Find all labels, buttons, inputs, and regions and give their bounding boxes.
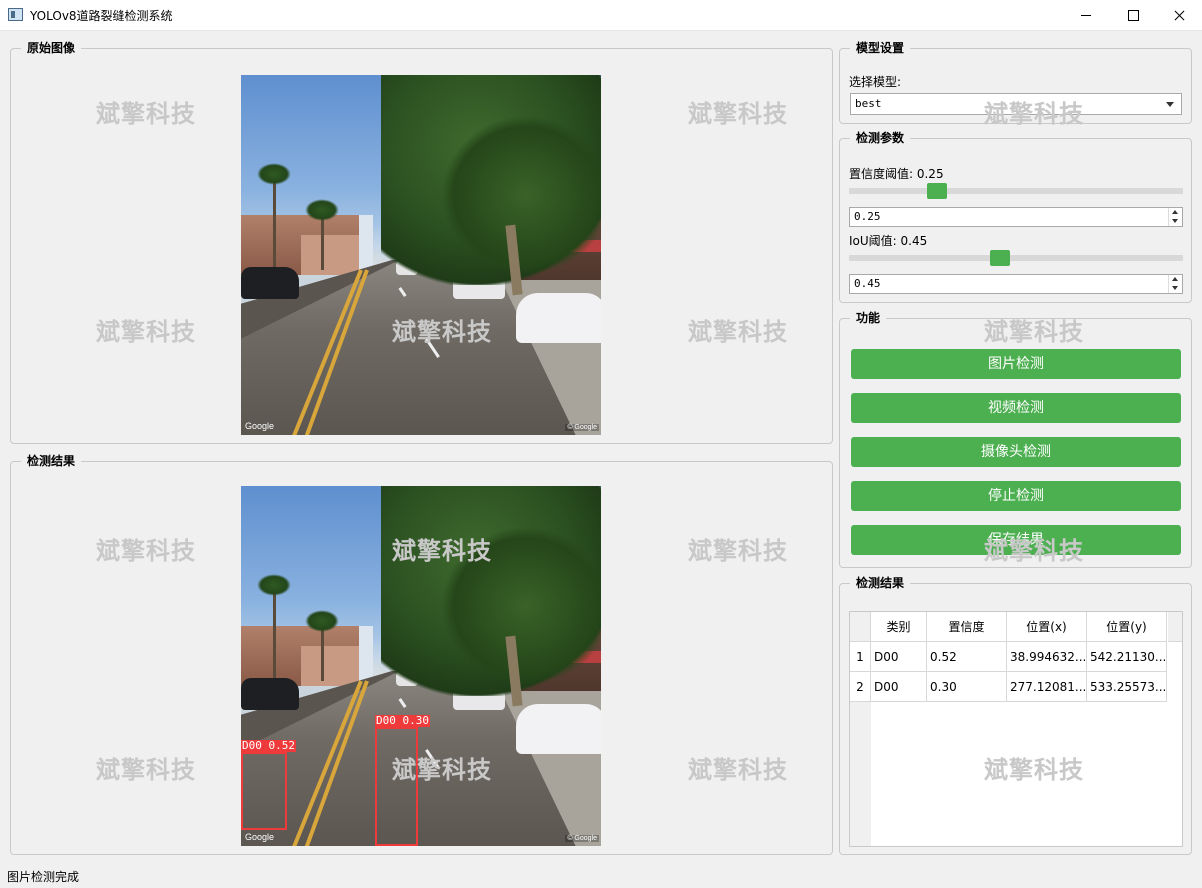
cell-confidence[interactable]: 0.30	[927, 672, 1007, 702]
confidence-spinbox[interactable]: 0.25	[849, 207, 1183, 227]
iou-value: 0.45	[854, 277, 881, 290]
iou-spinbox[interactable]: 0.45	[849, 274, 1183, 294]
model-select[interactable]: best	[850, 93, 1182, 115]
result-image-title: 检测结果	[21, 453, 82, 469]
cell-x[interactable]: 38.994632...	[1007, 642, 1087, 672]
confidence-slider-handle[interactable]	[927, 183, 947, 199]
confidence-label: 置信度阈值: 0.25	[849, 167, 944, 181]
chevron-up-icon[interactable]	[1172, 277, 1178, 281]
image-copyright: © Google	[565, 424, 599, 431]
detection-box	[241, 752, 287, 830]
cell-class[interactable]: D00	[871, 672, 927, 702]
chevron-down-icon	[1166, 102, 1174, 107]
chevron-up-icon[interactable]	[1172, 210, 1178, 214]
title-bar: YOLOv8道路裂缝检测系统	[0, 0, 1202, 31]
confidence-value: 0.25	[854, 210, 881, 223]
results-table[interactable]: 类别 置信度 位置(x) 位置(y) 1 D00 0.52 38.994632.…	[849, 611, 1183, 847]
maximize-button[interactable]	[1110, 0, 1156, 31]
status-text: 图片检测完成	[7, 870, 80, 884]
column-header-class[interactable]: 类别	[871, 612, 927, 642]
window-title: YOLOv8道路裂缝检测系统	[30, 9, 173, 23]
cell-y[interactable]: 533.25573...	[1087, 672, 1167, 702]
detection-label: D00 0.52	[241, 739, 296, 752]
spin-arrows[interactable]	[1168, 275, 1182, 293]
original-image-title: 原始图像	[21, 40, 82, 56]
detection-params-group: 检测参数 置信度阈值: 0.25 0.25 IoU阈值: 0.45 0.45	[839, 130, 1192, 303]
spin-arrows[interactable]	[1168, 208, 1182, 226]
iou-label: IoU阈值: 0.45	[849, 234, 928, 248]
chevron-down-icon[interactable]	[1172, 219, 1178, 223]
status-bar: 图片检测完成	[0, 866, 1202, 888]
original-image-group: 原始图像 Google © Google	[10, 40, 833, 444]
column-header-y[interactable]: 位置(y)	[1087, 612, 1167, 642]
original-image: Google © Google	[241, 75, 601, 435]
minimize-button[interactable]	[1064, 0, 1110, 31]
model-settings-group: 模型设置 选择模型: best	[839, 40, 1192, 124]
save-result-button[interactable]: 保存结果	[851, 525, 1181, 555]
image-copyright: © Google	[565, 835, 599, 842]
camera-detect-button[interactable]: 摄像头检测	[851, 437, 1181, 467]
google-credit: Google	[245, 421, 275, 431]
google-credit: Google	[245, 832, 275, 842]
stop-detect-button[interactable]: 停止检测	[851, 481, 1181, 511]
results-table-group: 检测结果 类别 置信度 位置(x) 位置(y) 1 D00 0.52 38.99…	[839, 575, 1192, 855]
app-icon	[8, 8, 23, 21]
cell-x[interactable]: 277.12081...	[1007, 672, 1087, 702]
cell-confidence[interactable]: 0.52	[927, 642, 1007, 672]
video-detect-button[interactable]: 视频检测	[851, 393, 1181, 423]
detection-params-title: 检测参数	[850, 130, 911, 146]
cell-class[interactable]: D00	[871, 642, 927, 672]
result-image: Google © Google D00 0.52 D00 0.30	[241, 486, 601, 846]
column-header-confidence[interactable]: 置信度	[927, 612, 1007, 642]
image-detect-button[interactable]: 图片检测	[851, 349, 1181, 379]
select-model-label: 选择模型:	[849, 75, 902, 89]
selected-model-value: best	[855, 97, 882, 110]
cell-y[interactable]: 542.21130...	[1087, 642, 1167, 672]
confidence-slider[interactable]	[849, 188, 1183, 194]
detection-label: D00 0.30	[375, 714, 430, 727]
results-table-title: 检测结果	[850, 575, 911, 591]
iou-slider[interactable]	[849, 255, 1183, 261]
column-header-x[interactable]: 位置(x)	[1007, 612, 1087, 642]
functions-group: 功能 图片检测 视频检测 摄像头检测 停止检测 保存结果	[839, 310, 1192, 568]
close-button[interactable]	[1156, 0, 1202, 31]
model-settings-title: 模型设置	[850, 40, 911, 56]
iou-slider-handle[interactable]	[990, 250, 1010, 266]
row-header[interactable]: 1	[850, 642, 871, 672]
result-image-group: 检测结果 Google © Google D00 0.52 D00 0.30	[10, 453, 833, 855]
chevron-down-icon[interactable]	[1172, 286, 1178, 290]
table-corner[interactable]	[850, 612, 871, 642]
functions-title: 功能	[850, 310, 887, 326]
detection-box	[375, 727, 418, 846]
row-header[interactable]: 2	[850, 672, 871, 702]
